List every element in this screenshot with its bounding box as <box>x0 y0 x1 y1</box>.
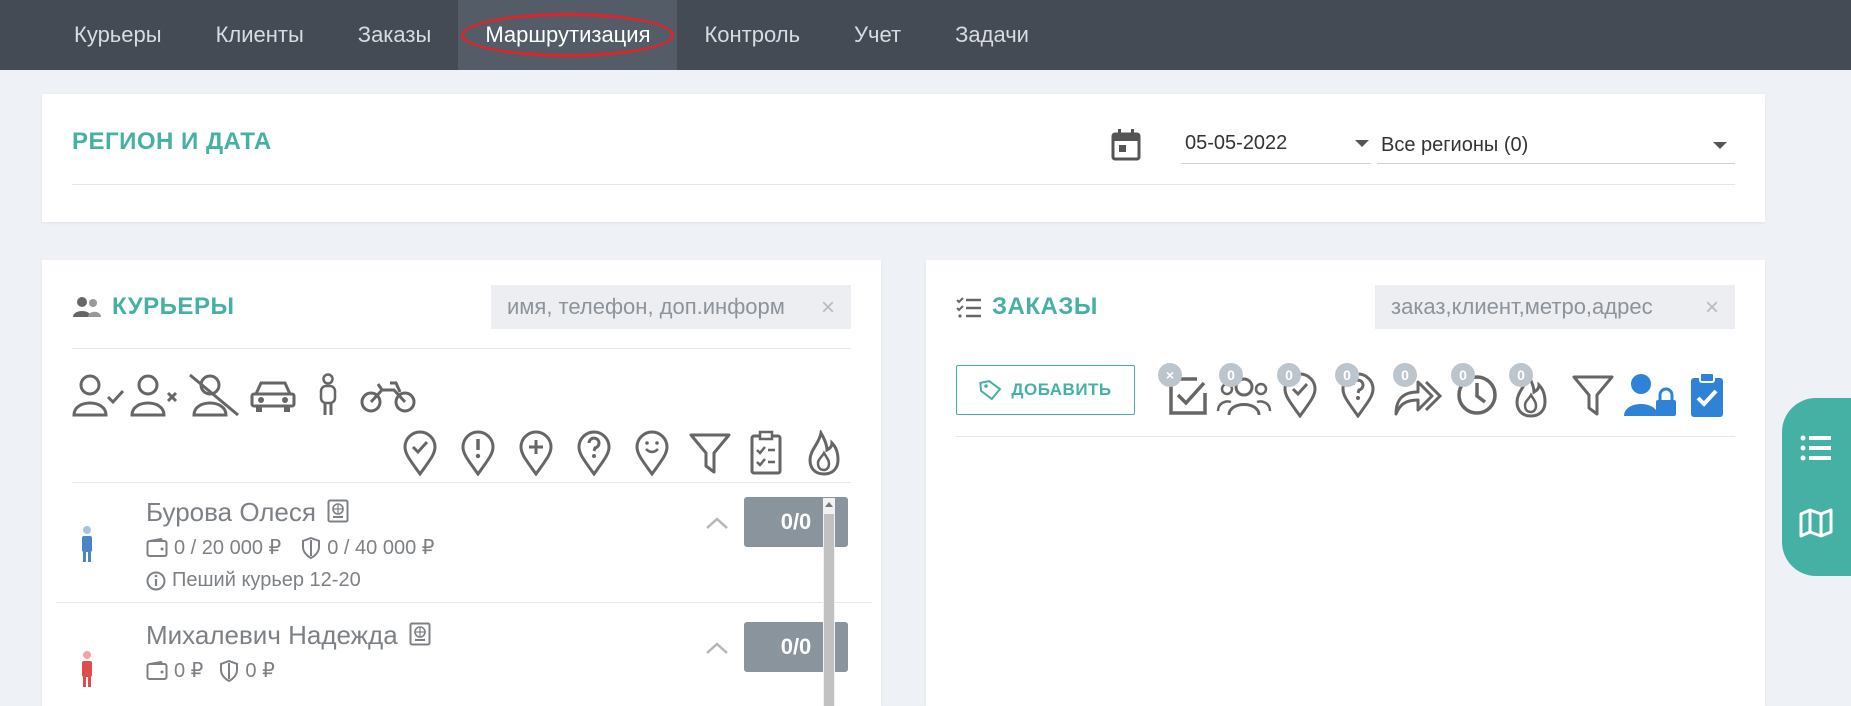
passport-icon[interactable] <box>409 622 431 646</box>
delivered-count-badge: 0 <box>1277 363 1301 387</box>
orders-title: ЗАКАЗЫ <box>956 293 1098 321</box>
region-select[interactable]: Все регионы (0) <box>1377 128 1735 164</box>
map-view-icon[interactable] <box>1799 508 1833 538</box>
filter-icon[interactable] <box>1572 374 1614 418</box>
region-select-value: Все регионы (0) <box>1381 134 1529 156</box>
user-lock-icon[interactable] <box>1624 372 1678 418</box>
list-view-icon[interactable] <box>1800 434 1832 462</box>
courier-active-icon[interactable] <box>72 373 126 417</box>
calendar-icon[interactable] <box>1110 128 1142 162</box>
couriers-title: КУРЬЕРЫ <box>72 293 234 321</box>
nav-item-clients[interactable]: Клиенты <box>189 0 331 70</box>
nav-item-routing[interactable]: Маршрутизация <box>458 0 678 70</box>
clear-icon[interactable]: × <box>821 294 835 322</box>
clipboard-check-icon[interactable] <box>1690 372 1724 418</box>
courier-row[interactable]: Михалевич Надежда 0 ₽ 0 ₽ 0/0 <box>56 604 872 706</box>
courier-name: Михалевич Надежда <box>146 620 431 651</box>
courier-name-text: Михалевич Надежда <box>146 620 398 650</box>
urgent-count-badge: 0 <box>1509 363 1533 387</box>
delayed-count-badge: 0 <box>1451 363 1475 387</box>
users-icon <box>73 297 101 317</box>
couriers-scrollbar[interactable] <box>823 498 835 706</box>
nav-item-couriers[interactable]: Курьеры <box>47 0 189 70</box>
shield-icon <box>220 659 239 682</box>
courier-inactive-icon[interactable] <box>130 373 184 417</box>
courier-limits: 0 ₽ 0 ₽ <box>146 658 275 683</box>
orders-search-input[interactable]: заказ,клиент,метро,адрес × <box>1375 285 1735 329</box>
orders-title-text: ЗАКАЗЫ <box>992 293 1098 320</box>
courier-wallet-value: 0 ₽ <box>174 660 204 682</box>
couriers-panel: КУРЬЕРЫ имя, телефон, доп.информ × Буров… <box>42 260 881 706</box>
scrollbar-thumb[interactable] <box>824 514 834 706</box>
chevron-down-icon <box>1713 142 1727 149</box>
nav-item-accounting[interactable]: Учет <box>827 0 928 70</box>
couriers-search-input[interactable]: имя, телефон, доп.информ × <box>491 285 851 329</box>
filter-icon[interactable] <box>689 432 731 476</box>
pedestrian-icon[interactable] <box>316 373 340 417</box>
region-date-title: РЕГИОН И ДАТА <box>72 128 272 155</box>
nav-item-orders[interactable]: Заказы <box>331 0 459 70</box>
region-date-card: РЕГИОН И ДАТА 05-05-2022 Все регионы (0) <box>42 94 1765 222</box>
clear-icon[interactable]: × <box>1705 294 1719 322</box>
courier-name-text: Бурова Олеся <box>146 497 316 527</box>
pin-alert-icon[interactable] <box>460 430 496 476</box>
courier-shield-value: 0 ₽ <box>245 660 275 682</box>
courier-name: Бурова Олеся <box>146 497 349 528</box>
courier-limits: 0 / 20 000 ₽ 0 / 40 000 ₽ <box>146 535 435 560</box>
car-icon[interactable] <box>250 378 296 414</box>
nav-item-control[interactable]: Контроль <box>677 0 827 70</box>
top-nav: Курьеры Клиенты Заказы Маршрутизация Кон… <box>0 0 1851 70</box>
courier-marker-icon <box>82 651 92 687</box>
wallet-icon <box>146 660 168 680</box>
wallet-icon <box>146 537 168 557</box>
orders-panel: ЗАКАЗЫ заказ,клиент,метро,адрес × ДОБАВИ… <box>926 260 1765 706</box>
pin-question-icon[interactable] <box>576 430 612 476</box>
clear-selection-badge[interactable]: × <box>1158 363 1182 387</box>
divider <box>72 348 851 349</box>
courier-info-text: Пеший курьер 12-20 <box>172 569 361 591</box>
divider <box>72 184 1735 185</box>
scroll-up-icon[interactable] <box>825 502 833 507</box>
checklist-icon <box>956 297 981 318</box>
courier-row[interactable]: Бурова Олеся 0 / 20 000 ₽ 0 / 40 000 ₽ П… <box>56 483 872 603</box>
chevron-up-icon[interactable] <box>704 515 730 531</box>
view-switcher <box>1782 398 1851 576</box>
passport-icon[interactable] <box>327 499 349 523</box>
chevron-down-icon <box>1355 140 1369 147</box>
courier-wallet-value: 0 / 20 000 ₽ <box>174 537 282 559</box>
pin-plus-icon[interactable] <box>518 430 554 476</box>
courier-marker-icon <box>82 526 92 562</box>
couriers-search-placeholder: имя, телефон, доп.информ <box>507 294 785 319</box>
divider <box>956 436 1735 437</box>
forwarded-count-badge: 0 <box>1393 363 1417 387</box>
date-input[interactable]: 05-05-2022 <box>1181 128 1371 164</box>
date-value: 05-05-2022 <box>1185 132 1288 154</box>
pin-smile-icon[interactable] <box>634 430 670 476</box>
pin-check-icon[interactable] <box>402 430 438 476</box>
chevron-up-icon[interactable] <box>704 640 730 656</box>
add-order-button[interactable]: ДОБАВИТЬ <box>956 365 1135 415</box>
courier-shield-value: 0 / 40 000 ₽ <box>327 537 435 559</box>
orders-search-placeholder: заказ,клиент,метро,адрес <box>1391 294 1653 319</box>
add-order-label: ДОБАВИТЬ <box>1011 380 1112 399</box>
courier-off-icon[interactable] <box>188 373 242 417</box>
couriers-title-text: КУРЬЕРЫ <box>112 293 235 320</box>
fire-icon[interactable] <box>807 430 841 476</box>
unknown-count-badge: 0 <box>1335 363 1359 387</box>
info-icon <box>146 571 166 590</box>
group-count-badge: 0 <box>1219 363 1243 387</box>
courier-info: Пеший курьер 12-20 <box>146 569 361 592</box>
tag-icon <box>979 380 1002 401</box>
clipboard-check-icon[interactable] <box>749 430 783 476</box>
shield-icon <box>302 536 321 559</box>
motorcycle-icon[interactable] <box>360 378 416 414</box>
nav-item-tasks[interactable]: Задачи <box>928 0 1056 70</box>
